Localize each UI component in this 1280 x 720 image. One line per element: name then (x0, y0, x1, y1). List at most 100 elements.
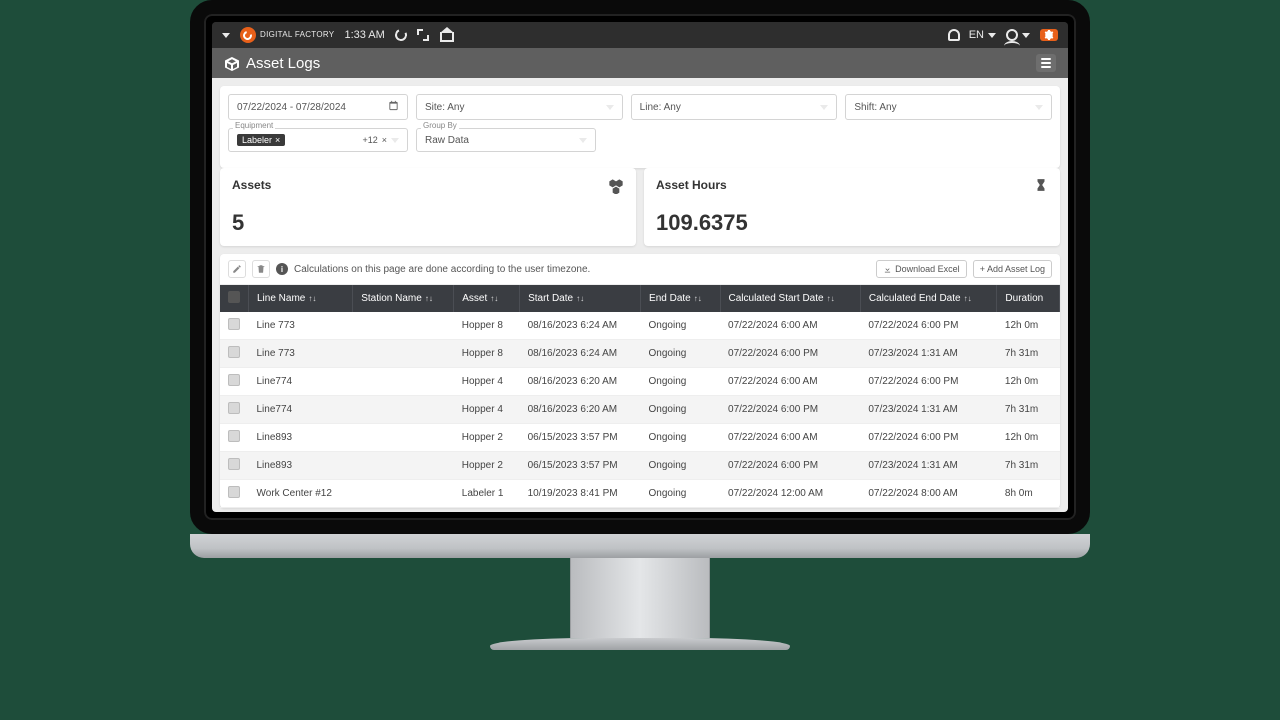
cell-station (353, 396, 454, 424)
cell-calc-end: 07/22/2024 8:00 AM (860, 480, 997, 508)
clear-filter-icon[interactable]: × (382, 135, 387, 145)
select-all-header[interactable] (220, 285, 249, 312)
hourglass-icon (1034, 178, 1048, 197)
language-label: EN (969, 29, 984, 41)
cell-start: 08/16/2023 6:20 AM (520, 396, 641, 424)
chip-remove-icon[interactable]: × (275, 135, 280, 145)
clock-time: 1:33 AM (344, 29, 384, 41)
col-calc-start[interactable]: Calculated Start Date↑↓ (720, 285, 860, 312)
table-row[interactable]: Line 773 Hopper 808/16/2023 6:24 AMOngoin… (220, 312, 1060, 340)
col-end-date[interactable]: End Date↑↓ (641, 285, 720, 312)
sort-icon: ↑↓ (827, 294, 835, 303)
shift-filter[interactable]: Shift: Any (845, 94, 1052, 120)
cell-calc-end: 07/23/2024 1:31 AM (860, 396, 997, 424)
cell-asset: Hopper 8 (454, 312, 520, 340)
cell-start: 08/16/2023 6:24 AM (520, 312, 641, 340)
row-checkbox[interactable] (220, 452, 249, 480)
user-icon (1006, 29, 1018, 41)
add-log-label: + Add Asset Log (980, 264, 1045, 274)
site-filter[interactable]: Site: Any (416, 94, 623, 120)
logo-icon (240, 27, 256, 43)
calc-info-text: Calculations on this page are done accor… (294, 264, 590, 275)
edit-button[interactable] (228, 260, 246, 278)
row-checkbox[interactable] (220, 340, 249, 368)
cell-asset: Hopper 2 (454, 452, 520, 480)
hours-stat-label: Asset Hours (656, 178, 1048, 192)
titlebar: Asset Logs (212, 48, 1068, 78)
content-area: 07/22/2024 - 07/28/2024 Site: Any Line: … (212, 78, 1068, 512)
date-range-filter[interactable]: 07/22/2024 - 07/28/2024 (228, 94, 408, 120)
refresh-icon[interactable] (393, 27, 408, 42)
cell-asset: Hopper 8 (454, 340, 520, 368)
groupby-filter[interactable]: Group By Raw Data (416, 128, 596, 152)
download-excel-button[interactable]: Download Excel (876, 260, 967, 278)
row-checkbox[interactable] (220, 368, 249, 396)
col-asset[interactable]: Asset↑↓ (454, 285, 520, 312)
row-checkbox[interactable] (220, 424, 249, 452)
chevron-down-icon (988, 33, 996, 38)
assets-stat-label: Assets (232, 178, 624, 192)
cell-calc-end: 07/22/2024 6:00 PM (860, 368, 997, 396)
col-start-date[interactable]: Start Date↑↓ (520, 285, 641, 312)
monitor-chin (190, 534, 1090, 558)
cell-duration: 8h 0m (997, 480, 1060, 508)
row-checkbox[interactable] (220, 480, 249, 508)
home-icon[interactable] (439, 29, 451, 41)
table-row[interactable]: Line774Hopper 408/16/2023 6:20 AMOngoing… (220, 396, 1060, 424)
cell-calc-start: 07/22/2024 6:00 AM (720, 368, 860, 396)
col-station-name[interactable]: Station Name↑↓ (353, 285, 454, 312)
page-title: Asset Logs (246, 55, 320, 72)
fullscreen-icon[interactable] (417, 29, 429, 41)
cell-calc-start: 07/22/2024 12:00 AM (720, 480, 860, 508)
cell-line: Line 773 (249, 312, 353, 340)
sort-icon: ↑↓ (694, 294, 702, 303)
table-row[interactable]: Line893Hopper 206/15/2023 3:57 PMOngoing… (220, 424, 1060, 452)
cell-calc-start: 07/22/2024 6:00 AM (720, 312, 860, 340)
cell-calc-end: 07/22/2024 6:00 PM (860, 424, 997, 452)
package-icon (224, 56, 238, 70)
cell-end: Ongoing (641, 312, 720, 340)
groupby-filter-label: Group By (421, 121, 459, 130)
hours-stat-card: Asset Hours 109.6375 (644, 168, 1060, 246)
info-icon: i (276, 263, 288, 275)
cell-end: Ongoing (641, 452, 720, 480)
cell-calc-start: 07/22/2024 6:00 PM (720, 396, 860, 424)
row-checkbox[interactable] (220, 312, 249, 340)
monitor-bezel: DIGITAL FACTORY 1:33 AM EN (190, 0, 1090, 534)
table-row[interactable]: Line 773Hopper 808/16/2023 6:24 AMOngoin… (220, 340, 1060, 368)
col-calc-end[interactable]: Calculated End Date↑↓ (860, 285, 997, 312)
delete-button[interactable] (252, 260, 270, 278)
brand-logo[interactable]: DIGITAL FACTORY (240, 27, 334, 43)
cell-line: Line 773 (249, 340, 353, 368)
monitor-mockup: DIGITAL FACTORY 1:33 AM EN (190, 0, 1090, 650)
language-selector[interactable]: EN (969, 29, 996, 41)
equipment-chip[interactable]: Labeler × (237, 134, 285, 146)
equipment-filter[interactable]: Equipment Labeler × +12 × (228, 128, 408, 152)
cell-calc-start: 07/22/2024 6:00 PM (720, 452, 860, 480)
cell-line: Line774 (249, 368, 353, 396)
cell-end: Ongoing (641, 424, 720, 452)
cell-asset: Hopper 2 (454, 424, 520, 452)
page-menu-button[interactable] (1036, 54, 1056, 72)
site-filter-value: Site: Any (425, 102, 464, 113)
row-checkbox[interactable] (220, 396, 249, 424)
add-log-button[interactable]: + Add Asset Log (973, 260, 1052, 278)
chevron-down-icon (1035, 105, 1043, 110)
cell-line: Line774 (249, 396, 353, 424)
settings-button[interactable] (1040, 29, 1058, 41)
user-menu[interactable] (1006, 29, 1030, 41)
table-row[interactable]: Line893Hopper 206/15/2023 3:57 PMOngoing… (220, 452, 1060, 480)
dropdown-icon[interactable] (222, 33, 230, 38)
date-range-value: 07/22/2024 - 07/28/2024 (237, 102, 346, 113)
cell-station (353, 480, 454, 508)
cell-asset: Hopper 4 (454, 396, 520, 424)
brand-name: DIGITAL FACTORY (260, 31, 334, 39)
col-line-name[interactable]: Line Name↑↓ (249, 285, 353, 312)
notifications-icon[interactable] (947, 29, 959, 41)
table-row[interactable]: Line774Hopper 408/16/2023 6:20 AMOngoing… (220, 368, 1060, 396)
cell-duration: 7h 31m (997, 340, 1060, 368)
filters-card: 07/22/2024 - 07/28/2024 Site: Any Line: … (220, 86, 1060, 168)
table-row[interactable]: Work Center #12Labeler 110/19/2023 8:41 … (220, 480, 1060, 508)
line-filter[interactable]: Line: Any (631, 94, 838, 120)
equipment-filter-label: Equipment (233, 121, 275, 130)
